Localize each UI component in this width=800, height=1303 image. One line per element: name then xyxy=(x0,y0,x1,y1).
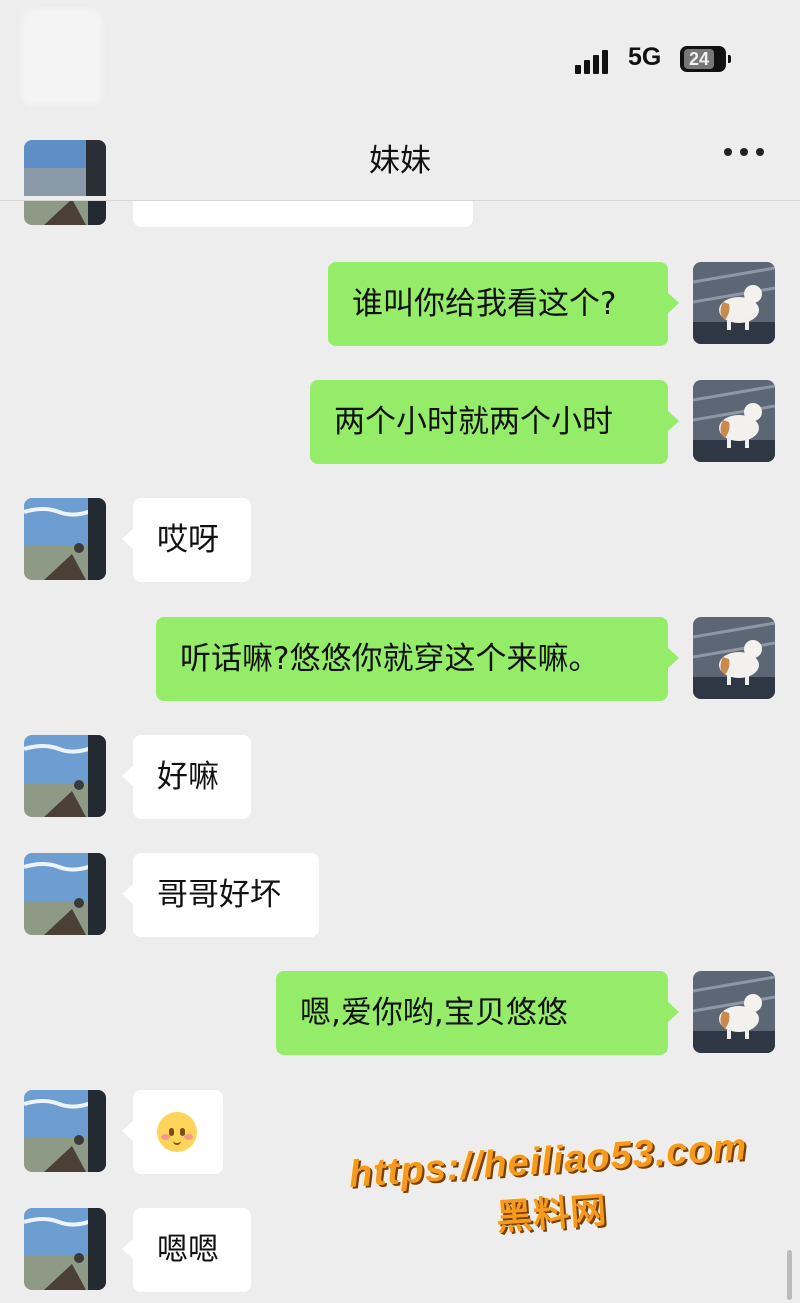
contact-avatar[interactable] xyxy=(24,853,106,935)
message-text: 哥哥好坏 xyxy=(157,877,281,913)
message-text: 谁叫你给我看这个? xyxy=(352,286,617,322)
status-bar-left-blur xyxy=(22,10,102,105)
battery-icon: 24 xyxy=(680,46,731,72)
sent-message-bubble[interactable]: 谁叫你给我看这个? xyxy=(328,262,679,346)
more-dots-icon[interactable] xyxy=(724,148,764,158)
my-avatar[interactable] xyxy=(693,380,775,462)
message-row: 谁叫你给我看这个? xyxy=(0,262,800,346)
received-message-bubble[interactable]: 哎呀 xyxy=(122,498,251,582)
message-row: 哥哥好坏 xyxy=(0,853,800,937)
scrollbar[interactable] xyxy=(787,1250,792,1300)
contact-avatar[interactable] xyxy=(24,1090,106,1172)
my-avatar[interactable] xyxy=(693,617,775,699)
message-row xyxy=(0,201,800,227)
signal-strength-icon xyxy=(575,48,615,74)
sent-message-bubble[interactable]: 嗯,爱你哟,宝贝悠悠 xyxy=(276,971,679,1055)
received-message-bubble[interactable]: 哥哥好坏 xyxy=(122,853,319,937)
battery-level: 24 xyxy=(684,49,714,69)
my-avatar[interactable] xyxy=(693,971,775,1053)
message-text: 好嘛 xyxy=(157,759,219,795)
chat-header: 妹妹 xyxy=(0,110,800,201)
chat-title: 妹妹 xyxy=(369,143,431,179)
message-text: 嗯嗯 xyxy=(157,1232,219,1268)
message-row: 哎呀 xyxy=(0,498,800,582)
received-message-bubble[interactable] xyxy=(133,201,473,227)
message-row: 两个小时就两个小时 xyxy=(0,380,800,464)
received-message-bubble[interactable]: 好嘛 xyxy=(122,735,251,819)
message-text: 哎呀 xyxy=(157,522,219,558)
status-bar: 5G 24 xyxy=(0,0,800,110)
message-text: 听话嘛?悠悠你就穿这个来嘛。 xyxy=(180,641,600,677)
contact-avatar[interactable] xyxy=(24,735,106,817)
sent-message-bubble[interactable]: 听话嘛?悠悠你就穿这个来嘛。 xyxy=(156,617,679,701)
smiling-face-emoji xyxy=(157,1111,197,1152)
my-avatar[interactable] xyxy=(693,262,775,344)
message-row: 听话嘛?悠悠你就穿这个来嘛。 xyxy=(0,617,800,701)
message-row: 嗯,爱你哟,宝贝悠悠 xyxy=(0,971,800,1055)
message-text: 嗯,爱你哟,宝贝悠悠 xyxy=(300,995,568,1031)
sent-message-bubble[interactable]: 两个小时就两个小时 xyxy=(310,380,679,464)
network-type: 5G xyxy=(628,43,662,71)
contact-avatar[interactable] xyxy=(24,498,106,580)
contact-avatar[interactable] xyxy=(24,1208,106,1290)
contact-avatar[interactable] xyxy=(24,201,106,225)
message-text: 两个小时就两个小时 xyxy=(334,404,613,440)
received-message-bubble[interactable] xyxy=(122,1090,223,1174)
received-message-bubble[interactable]: 嗯嗯 xyxy=(122,1208,251,1292)
message-row: 好嘛 xyxy=(0,735,800,819)
